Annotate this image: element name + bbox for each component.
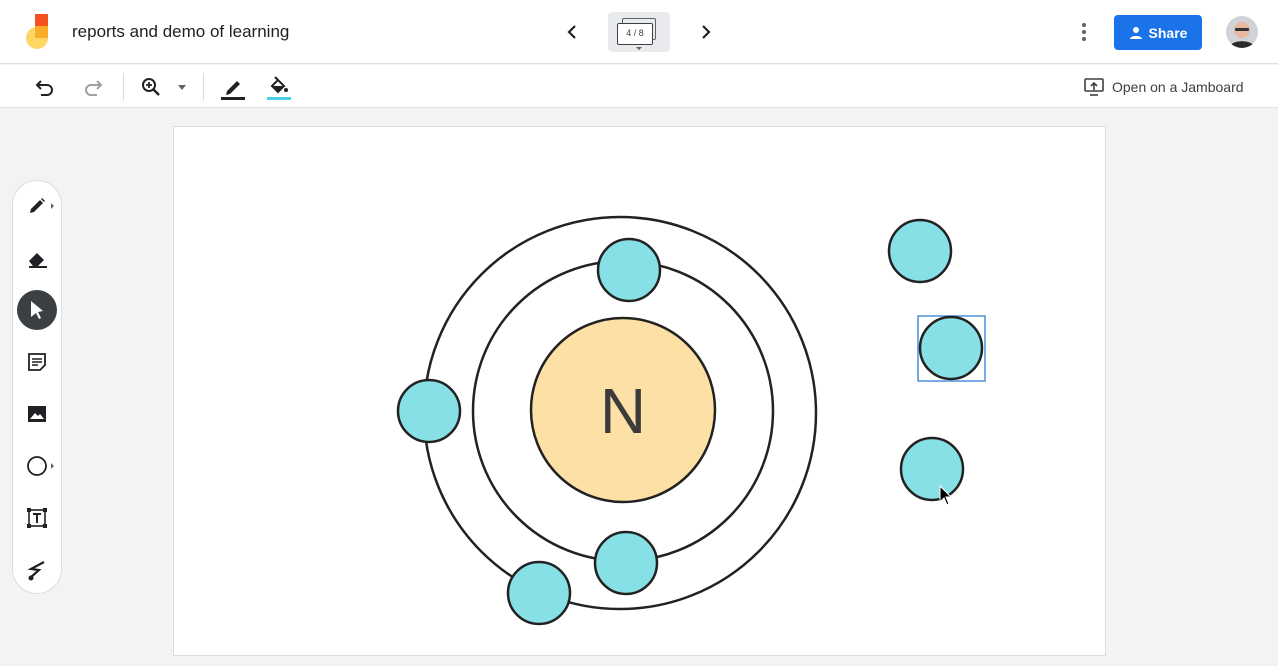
electron[interactable] [506,560,572,626]
zoom-dropdown-button[interactable] [172,74,192,100]
dot [1082,37,1086,41]
user-avatar[interactable] [1226,16,1258,48]
toolbar-divider [203,73,204,101]
more-options-button[interactable] [1074,20,1094,44]
text-box-icon [27,508,47,528]
person-icon [1129,26,1142,39]
electron[interactable] [596,237,662,303]
toolbar-divider [123,73,124,101]
tools-sidebar [12,180,62,594]
app-header: reports and demo of learning 4 / 8 Share [0,0,1278,64]
electron-selected[interactable] [918,315,984,381]
frame-counter: 4 / 8 [617,23,653,45]
pen-color-button[interactable] [220,74,246,100]
document-title[interactable]: reports and demo of learning [72,22,289,42]
pen-color-icon [221,81,245,100]
sticky-note-tool-button[interactable] [17,342,57,382]
undo-icon [35,80,53,96]
jam-canvas[interactable]: N [173,126,1106,656]
sticky-note-icon [28,353,46,371]
cursor-arrow-icon [31,301,43,319]
pen-tool-button[interactable] [17,186,57,226]
eraser-icon [29,253,47,268]
dot [1082,23,1086,27]
undo-button[interactable] [32,74,58,100]
chevron-right-icon [702,25,711,39]
electron[interactable] [887,218,953,284]
dot [1082,30,1086,34]
image-icon [28,406,46,422]
submenu-arrow-icon [51,203,54,209]
fill-color-button[interactable] [266,74,292,100]
share-button[interactable]: Share [1114,15,1202,50]
laser-tool-button[interactable] [17,550,57,590]
electron[interactable] [396,378,462,444]
caret-down-icon [636,47,642,50]
caret-down-icon [178,84,186,90]
cast-screen-icon [1084,78,1104,96]
eraser-tool-button[interactable] [17,238,57,278]
image-tool-button[interactable] [17,394,57,434]
zoom-button[interactable] [138,74,164,100]
open-jamboard-label: Open on a Jamboard [1112,79,1244,95]
share-label: Share [1148,24,1188,41]
redo-icon [85,80,103,96]
fill-bucket-icon [267,76,291,100]
text-box-tool-button[interactable] [17,498,57,538]
marker-icon [30,198,45,213]
open-on-jamboard-button[interactable]: Open on a Jamboard [1084,75,1244,99]
next-frame-button[interactable] [694,20,718,44]
electron[interactable] [899,436,965,502]
laser-icon [27,561,45,581]
jamboard-logo [24,14,50,50]
select-tool-button[interactable] [17,290,57,330]
nucleus-label: N [600,375,646,447]
frame-bar-button[interactable]: 4 / 8 [608,12,670,52]
chevron-left-icon [567,25,576,39]
circle-shape-icon [27,456,47,476]
edit-toolbar: Open on a Jamboard [0,65,1278,108]
avatar-image [1226,16,1258,48]
submenu-arrow-icon [51,463,54,469]
canvas-drawing: N [396,215,986,626]
redo-button[interactable] [80,74,106,100]
shape-tool-button[interactable] [17,446,57,486]
previous-frame-button[interactable] [560,20,584,44]
electron[interactable] [593,530,659,596]
zoom-in-icon [142,78,160,96]
